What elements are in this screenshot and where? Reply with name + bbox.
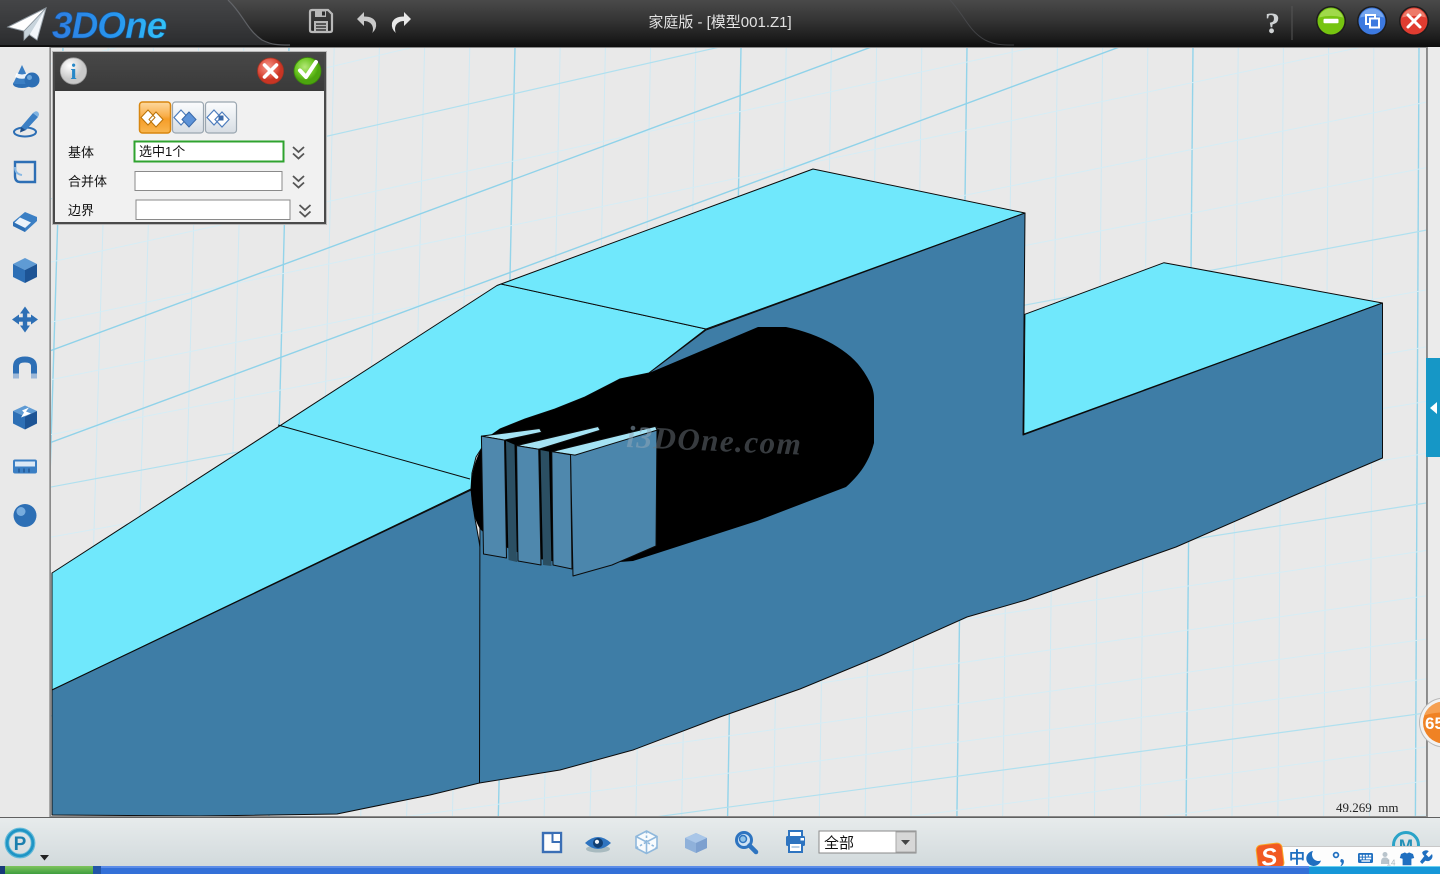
svg-text:中: 中 — [1289, 848, 1305, 867]
svg-text:家庭版 - [模型001.Z1]: 家庭版 - [模型001.Z1] — [648, 14, 791, 31]
svg-text:S: S — [1260, 843, 1279, 868]
svg-text:3DOne: 3DOne — [52, 5, 167, 46]
svg-text:基体: 基体 — [68, 145, 94, 160]
svg-text:选中1个: 选中1个 — [139, 144, 185, 159]
svg-text:合并体: 合并体 — [68, 174, 107, 189]
svg-text:65: 65 — [1425, 714, 1440, 733]
svg-text:i: i — [70, 59, 76, 84]
svg-text:边界: 边界 — [68, 203, 94, 218]
svg-text:全部: 全部 — [824, 834, 854, 852]
svg-text:?: ? — [1265, 7, 1280, 40]
svg-text:P: P — [14, 834, 27, 855]
